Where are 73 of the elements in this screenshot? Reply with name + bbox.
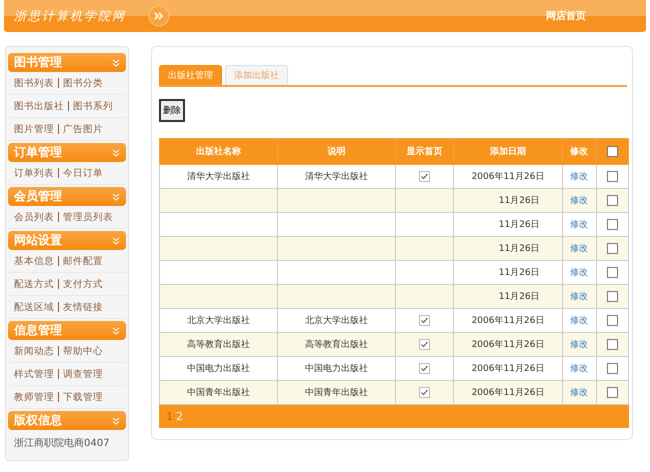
delete-button[interactable]: 删除	[159, 99, 185, 122]
sidebar-link[interactable]: 图书分类	[63, 76, 103, 90]
column-header: 显示首页	[396, 138, 454, 164]
chevron-icon	[112, 148, 120, 156]
sidebar-link[interactable]: 基本信息	[14, 254, 54, 268]
checkbox[interactable]	[419, 315, 430, 326]
sidebar-link[interactable]: 管理员列表	[63, 210, 113, 224]
sidebar-link[interactable]: 广告图片	[63, 122, 103, 136]
double-chevron-icon	[148, 5, 170, 27]
checkbox[interactable]	[419, 363, 430, 374]
table-cell: 2006年11月26日	[472, 316, 544, 326]
table-cell: 2006年11月26日	[472, 340, 544, 350]
table-cell: 高等教育出版社	[187, 340, 250, 350]
sidebar-link[interactable]: 图片管理	[14, 122, 54, 136]
table-cell: 北京大学出版社	[187, 316, 250, 326]
row-checkbox[interactable]	[606, 339, 618, 350]
table-cell: 2006年11月26日	[472, 364, 544, 374]
sidebar-link[interactable]: 图书系列	[73, 100, 113, 112]
table-cell: 中国电力出版社	[305, 364, 368, 374]
row-checkbox[interactable]	[606, 291, 618, 302]
column-header: 添加日期	[454, 138, 562, 164]
row-checkbox[interactable]	[606, 315, 618, 326]
sidebar-link[interactable]: 调查管理	[63, 368, 103, 380]
checkbox[interactable]	[419, 171, 430, 182]
chevron-icon	[112, 326, 120, 334]
chevron-icon	[112, 416, 120, 424]
sidebar-link[interactable]: 帮助中心	[63, 344, 103, 358]
sidebar-link[interactable]: 新闻动态	[14, 344, 54, 358]
table-cell: 中国青年出版社	[187, 388, 250, 398]
table-cell: 2006年11月26日	[472, 388, 544, 398]
table-cell: 清华大学出版社	[187, 172, 250, 182]
table-cell: 11月26日	[498, 244, 540, 254]
table-cell: 11月26日	[498, 268, 540, 278]
checkbox[interactable]	[419, 387, 430, 398]
sidebar-link[interactable]: 配送区域	[14, 300, 54, 314]
sidebar-link[interactable]: 友情链接	[63, 300, 103, 314]
row-checkbox[interactable]	[606, 387, 618, 398]
sidebar-link[interactable]: 今日订单	[63, 166, 103, 180]
site-logo: 浙思计算机学院网	[14, 8, 126, 24]
row-checkbox[interactable]	[606, 195, 618, 206]
chevron-icon	[112, 192, 120, 200]
row-checkbox[interactable]	[606, 219, 618, 230]
table-cell: 高等教育出版社	[305, 340, 368, 350]
sidebar-link[interactable]: 下载管理	[63, 390, 103, 404]
sidebar-link[interactable]: 邮件配置	[63, 254, 103, 268]
table-cell: 11月26日	[498, 220, 540, 230]
table-cell: 中国青年出版社	[305, 388, 368, 398]
table-cell: 北京大学出版社	[305, 316, 368, 326]
sidebar-link[interactable]: 会员列表	[14, 210, 54, 224]
column-header: 修改	[562, 138, 596, 164]
checkbox[interactable]	[419, 339, 430, 350]
chevron-icon	[112, 58, 120, 66]
row-checkbox[interactable]	[606, 243, 618, 254]
table-cell: 清华大学出版社	[305, 172, 368, 182]
select-all-checkbox[interactable]	[606, 146, 618, 157]
row-checkbox[interactable]	[606, 267, 618, 278]
sidebar-link[interactable]: 图书出版社	[14, 100, 64, 112]
sidebar-link[interactable]: 教师管理	[14, 390, 54, 404]
row-checkbox[interactable]	[606, 363, 618, 374]
column-header: 说明	[278, 138, 396, 164]
sidebar-link[interactable]: 支付方式	[63, 278, 103, 290]
table-cell: 中国电力出版社	[187, 364, 250, 374]
row-checkbox[interactable]	[606, 171, 618, 182]
table-cell: 11月26日	[498, 292, 540, 302]
sidebar-link[interactable]: 图书列表	[14, 76, 54, 90]
sidebar-link[interactable]: 订单列表	[14, 166, 54, 180]
sidebar-link[interactable]: 样式管理	[14, 368, 54, 380]
table-cell: 2006年11月26日	[472, 172, 544, 182]
chevron-icon	[112, 236, 120, 244]
table-cell: 11月26日	[498, 196, 540, 206]
copyright-text: 浙江商职院电商0407	[13, 436, 110, 451]
column-header: 出版社名称	[160, 138, 278, 164]
sidebar-link[interactable]: 配送方式	[14, 278, 54, 290]
